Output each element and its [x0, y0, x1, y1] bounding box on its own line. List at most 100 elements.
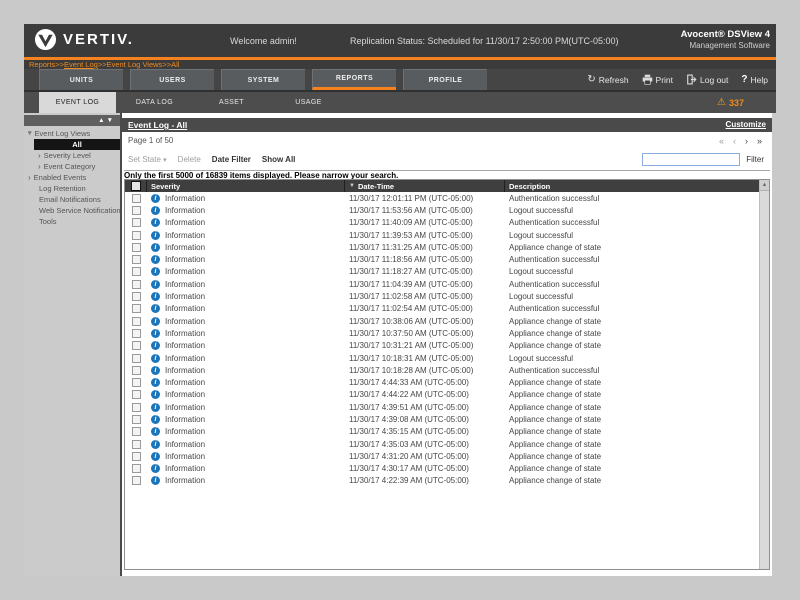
table-row[interactable]: iInformation11/30/17 4:35:03 AM (UTC-05:… [125, 438, 759, 450]
last-page-button[interactable]: » [757, 136, 762, 146]
tab-profile[interactable]: PROFILE [403, 69, 487, 90]
tree-item-log-retention[interactable]: Log Retention [24, 183, 120, 194]
logout-button[interactable]: Log out [686, 74, 728, 85]
tree-item-all[interactable]: All [34, 139, 120, 150]
row-checkbox[interactable] [132, 403, 141, 412]
tab-system[interactable]: SYSTEM [221, 69, 305, 90]
row-checkbox[interactable] [132, 267, 141, 276]
tree-item-event-category[interactable]: ›Event Category [24, 161, 120, 172]
refresh-button[interactable]: ↻ Refresh [587, 75, 628, 85]
tree-item-tools[interactable]: Tools [24, 216, 120, 227]
prev-page-button[interactable]: ‹ [733, 136, 736, 146]
table-row[interactable]: iInformation11/30/17 11:02:54 AM (UTC-05… [125, 303, 759, 315]
set-state-button[interactable]: Set State ▾ [128, 155, 167, 164]
tree-item-severity-level[interactable]: ›Severity Level [24, 150, 120, 161]
table-row[interactable]: iInformation11/30/17 4:35:15 AM (UTC-05:… [125, 426, 759, 438]
table-row[interactable]: iInformation11/30/17 11:02:58 AM (UTC-05… [125, 290, 759, 302]
row-checkbox[interactable] [132, 354, 141, 363]
row-checkbox[interactable] [132, 218, 141, 227]
row-checkbox[interactable] [132, 317, 141, 326]
row-checkbox[interactable] [132, 366, 141, 375]
alert-badge[interactable]: ⚠ 337 [717, 92, 744, 113]
tree-item-web-service-notifications[interactable]: Web Service Notifications [24, 205, 120, 216]
subtab-asset[interactable]: ASSET [193, 92, 270, 113]
show-all-button[interactable]: Show All [262, 155, 295, 164]
tree-item-enabled-events[interactable]: ›Enabled Events [24, 172, 120, 183]
row-checkbox[interactable] [132, 194, 141, 203]
table-row[interactable]: iInformation11/30/17 10:31:21 AM (UTC-05… [125, 340, 759, 352]
table-row[interactable]: iInformation11/30/17 4:39:51 AM (UTC-05:… [125, 401, 759, 413]
table-row[interactable]: iInformation11/30/17 4:39:08 AM (UTC-05:… [125, 413, 759, 425]
table-row[interactable]: iInformation11/30/17 4:22:39 AM (UTC-05:… [125, 475, 759, 487]
customize-link[interactable]: Customize [726, 118, 766, 132]
collapsed-chevron-icon[interactable]: › [38, 152, 41, 160]
row-checkbox[interactable] [132, 206, 141, 215]
row-checkbox[interactable] [132, 341, 141, 350]
row-checkbox[interactable] [132, 280, 141, 289]
delete-button[interactable]: Delete [178, 155, 201, 164]
row-checkbox[interactable] [132, 476, 141, 485]
table-row[interactable]: iInformation11/30/17 11:39:53 AM (UTC-05… [125, 229, 759, 241]
breadcrumb-segment-event-log[interactable]: Event Log [64, 60, 98, 69]
table-row[interactable]: iInformation11/30/17 4:44:33 AM (UTC-05:… [125, 376, 759, 388]
row-checkbox[interactable] [132, 440, 141, 449]
table-row[interactable]: iInformation11/30/17 10:38:06 AM (UTC-05… [125, 315, 759, 327]
row-checkbox[interactable] [132, 464, 141, 473]
date-filter-button[interactable]: Date Filter [212, 155, 251, 164]
subtab-data-log[interactable]: DATA LOG [116, 92, 193, 113]
row-checkbox[interactable] [132, 292, 141, 301]
tab-units[interactable]: UNITS [39, 69, 123, 90]
tree-item-event-log-views[interactable]: ▾Event Log Views [24, 128, 120, 139]
tab-users[interactable]: USERS [130, 69, 214, 90]
severity-column-header[interactable]: Severity [147, 180, 345, 192]
severity-label: Information [165, 231, 205, 240]
information-icon: i [151, 267, 160, 276]
scroll-up-icon[interactable]: ▲ [760, 180, 769, 191]
table-row[interactable]: iInformation11/30/17 4:31:20 AM (UTC-05:… [125, 450, 759, 462]
table-scrollbar[interactable]: ▲ [759, 180, 769, 569]
row-checkbox[interactable] [132, 390, 141, 399]
datetime-cell: 11/30/17 4:39:51 AM (UTC-05:00) [345, 403, 505, 412]
expanded-chevron-icon[interactable]: ▾ [28, 130, 32, 138]
row-checkbox[interactable] [132, 243, 141, 252]
help-button[interactable]: ? Help [741, 75, 768, 85]
filter-input[interactable] [642, 153, 740, 166]
row-checkbox[interactable] [132, 329, 141, 338]
row-checkbox[interactable] [132, 231, 141, 240]
collapsed-chevron-icon[interactable]: › [38, 163, 41, 171]
print-button[interactable]: Print [642, 74, 673, 85]
tree-item-email-notifications[interactable]: Email Notifications [24, 194, 120, 205]
sidebar-sort-bar[interactable]: ▲▼ [24, 115, 120, 126]
table-row[interactable]: iInformation11/30/17 11:18:56 AM (UTC-05… [125, 253, 759, 265]
table-row[interactable]: iInformation11/30/17 11:31:25 AM (UTC-05… [125, 241, 759, 253]
page-title[interactable]: Event Log - All [128, 118, 187, 132]
table-row[interactable]: iInformation11/30/17 11:40:09 AM (UTC-05… [125, 217, 759, 229]
datetime-column-header[interactable]: ▼ Date-Time [345, 180, 505, 192]
collapsed-chevron-icon[interactable]: › [28, 174, 31, 182]
table-row[interactable]: iInformation11/30/17 4:30:17 AM (UTC-05:… [125, 463, 759, 475]
tab-reports[interactable]: REPORTS [312, 69, 396, 90]
row-checkbox[interactable] [132, 452, 141, 461]
table-row[interactable]: iInformation11/30/17 4:44:22 AM (UTC-05:… [125, 389, 759, 401]
select-all-checkbox[interactable] [131, 181, 141, 191]
sort-desc-icon[interactable]: ▼ [107, 117, 115, 124]
next-page-button[interactable]: › [745, 136, 748, 146]
row-checkbox[interactable] [132, 255, 141, 264]
table-row[interactable]: iInformation11/30/17 11:53:56 AM (UTC-05… [125, 204, 759, 216]
table-row[interactable]: iInformation11/30/17 10:37:50 AM (UTC-05… [125, 327, 759, 339]
first-page-button[interactable]: « [719, 136, 724, 146]
subtab-event-log[interactable]: EVENT LOG [39, 92, 116, 113]
table-row[interactable]: iInformation11/30/17 11:04:39 AM (UTC-05… [125, 278, 759, 290]
sidebar-tree: ▾Event Log ViewsAll›Severity Level›Event… [24, 128, 120, 227]
subtab-usage[interactable]: USAGE [270, 92, 347, 113]
table-row[interactable]: iInformation11/30/17 10:18:28 AM (UTC-05… [125, 364, 759, 376]
description-column-header[interactable]: Description [505, 180, 759, 192]
row-checkbox[interactable] [132, 415, 141, 424]
table-row[interactable]: iInformation11/30/17 12:01:11 PM (UTC-05… [125, 192, 759, 204]
row-checkbox[interactable] [132, 378, 141, 387]
table-row[interactable]: iInformation11/30/17 10:18:31 AM (UTC-05… [125, 352, 759, 364]
sort-asc-icon[interactable]: ▲ [98, 117, 106, 124]
row-checkbox[interactable] [132, 304, 141, 313]
row-checkbox[interactable] [132, 427, 141, 436]
table-row[interactable]: iInformation11/30/17 11:18:27 AM (UTC-05… [125, 266, 759, 278]
